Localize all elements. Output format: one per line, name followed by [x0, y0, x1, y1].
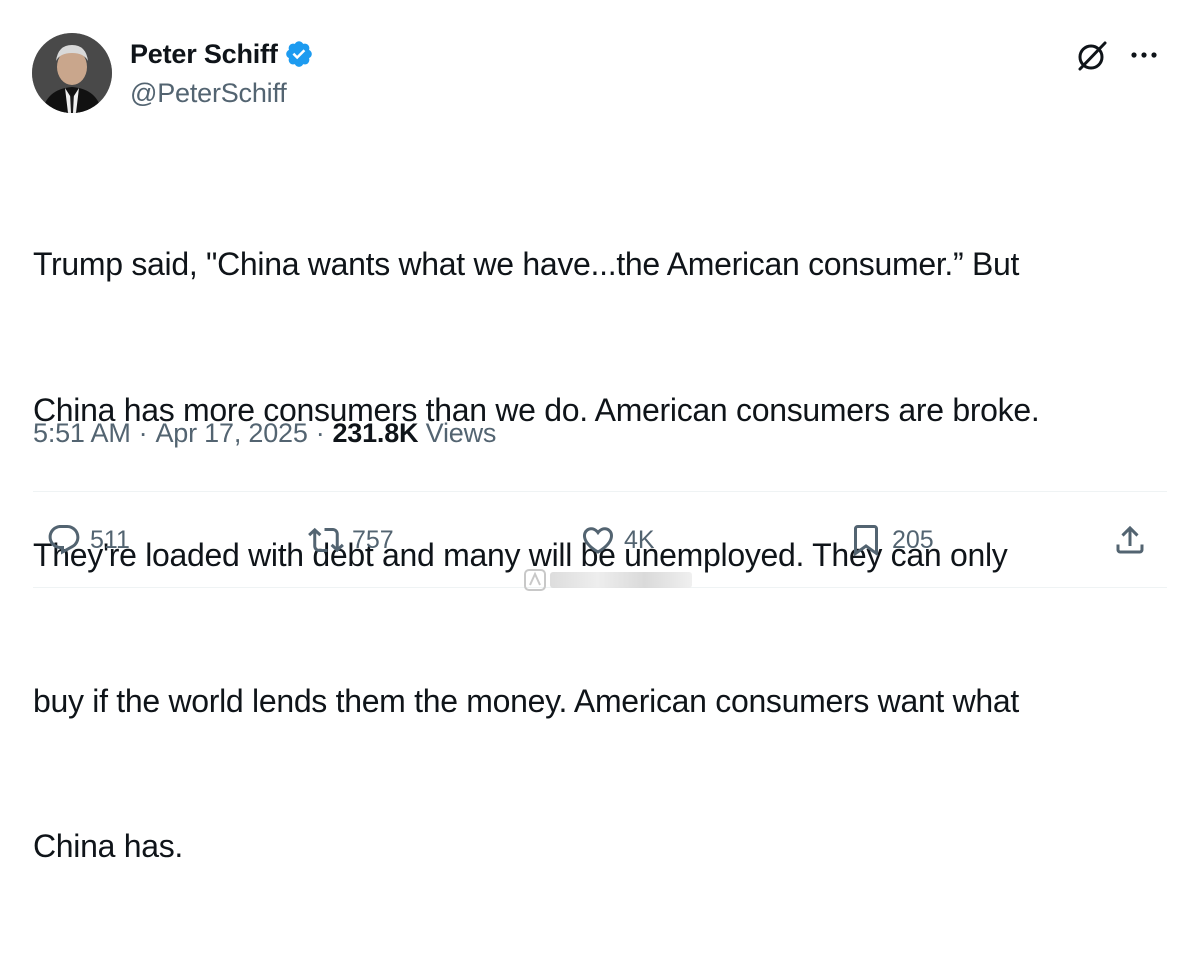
like-button[interactable]: 4K	[580, 518, 655, 562]
reply-count: 511	[90, 525, 130, 554]
reply-icon	[48, 525, 80, 555]
heart-icon	[582, 527, 614, 554]
tweet-text-line: Trump said, "China wants what we have...…	[33, 246, 1020, 282]
watermark-text-blur	[550, 572, 692, 588]
watermark	[522, 566, 692, 594]
more-icon[interactable]	[1128, 40, 1164, 70]
meta-separator: ·	[138, 418, 148, 448]
views-label[interactable]: Views	[426, 418, 497, 449]
tweet-date[interactable]: Apr 17, 2025	[155, 418, 307, 449]
retweet-icon	[308, 527, 344, 553]
retweet-count: 757	[352, 525, 394, 554]
author-block: Peter Schiff @PeterSchiff	[130, 34, 314, 109]
bookmark-count: 205	[892, 525, 934, 554]
bookmark-icon	[854, 525, 878, 557]
handle[interactable]: @PeterSchiff	[130, 78, 314, 109]
meta-separator: ·	[315, 418, 325, 448]
views-count[interactable]: 231.8K	[332, 418, 418, 449]
share-button[interactable]	[1112, 518, 1148, 562]
action-bar: 511 757 4K 205	[0, 518, 1204, 562]
avatar[interactable]	[32, 33, 112, 113]
tweet-card: Peter Schiff @PeterSchiff Trump said, "C…	[0, 0, 1204, 864]
watermark-logo-icon	[524, 569, 546, 591]
tweet-time[interactable]: 5:51 AM	[33, 418, 131, 449]
tweet-text-line: China has.	[33, 828, 183, 864]
tweet-meta: 5:51 AM · Apr 17, 2025 · 231.8K Views	[33, 418, 496, 449]
bookmark-button[interactable]: 205	[848, 518, 934, 562]
reply-button[interactable]: 511	[46, 518, 130, 562]
verified-badge-icon	[284, 39, 314, 69]
like-count: 4K	[624, 525, 655, 554]
tweet-text-line: buy if the world lends them the money. A…	[33, 682, 1020, 719]
divider	[33, 491, 1167, 492]
share-icon	[1116, 525, 1144, 554]
display-name[interactable]: Peter Schiff	[130, 39, 278, 70]
profile-photo-icon	[32, 33, 112, 113]
retweet-button[interactable]: 757	[308, 518, 394, 562]
grok-icon[interactable]	[1074, 38, 1110, 74]
